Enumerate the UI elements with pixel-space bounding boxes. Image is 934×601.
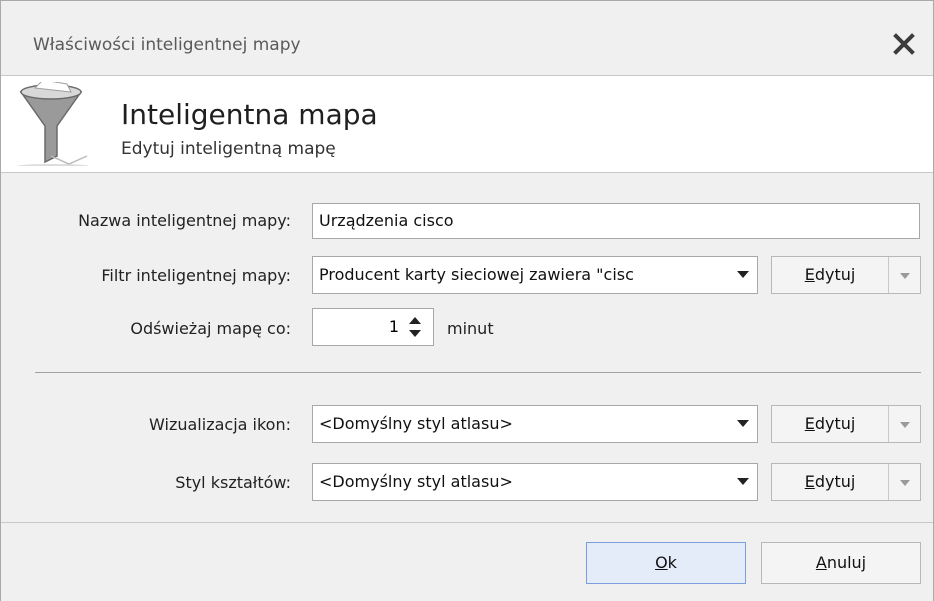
dialog-header: Inteligentna mapa Edytuj inteligentną ma… bbox=[1, 76, 933, 173]
chevron-down-icon bbox=[737, 271, 749, 278]
section-divider bbox=[35, 372, 921, 373]
chevron-down-icon bbox=[900, 422, 910, 428]
filter-select-value: Producent karty sieciowej zawiera "cisc bbox=[319, 265, 634, 284]
header-subtitle: Edytuj inteligentną mapę bbox=[121, 139, 336, 159]
shapes-style-value: <Domyślny styl atlasu> bbox=[319, 472, 513, 491]
map-name-input[interactable]: Urządzenia cisco bbox=[312, 203, 920, 239]
shapes-style-select[interactable]: <Domyślny styl atlasu> bbox=[312, 463, 758, 501]
icons-edit-dropdown[interactable] bbox=[888, 406, 920, 442]
shapes-label: Styl kształtów: bbox=[175, 473, 291, 492]
icons-label: Wizualizacja ikon: bbox=[149, 415, 291, 434]
icons-style-value: <Domyślny styl atlasu> bbox=[319, 414, 513, 433]
refresh-label: Odświeżaj mapę co: bbox=[130, 319, 291, 338]
chevron-down-icon bbox=[900, 273, 910, 279]
filter-label: Filtr inteligentnej mapy: bbox=[101, 266, 291, 285]
refresh-interval-value: 1 bbox=[388, 317, 399, 336]
icons-edit-split-button[interactable]: Edytuj bbox=[771, 405, 921, 443]
icons-edit-button[interactable]: Edytuj bbox=[772, 406, 889, 442]
filter-edit-dropdown[interactable] bbox=[888, 257, 920, 293]
cancel-button[interactable]: Anuluj bbox=[761, 542, 921, 584]
shapes-edit-split-button[interactable]: Edytuj bbox=[771, 463, 921, 501]
close-icon[interactable] bbox=[891, 31, 917, 57]
filter-edit-button[interactable]: Edytuj bbox=[772, 257, 889, 293]
dialog-footer: Ok Anuluj bbox=[1, 522, 933, 601]
chevron-down-icon bbox=[737, 478, 749, 485]
ok-button[interactable]: Ok bbox=[586, 542, 746, 584]
title-bar: Właściwości inteligentnej mapy bbox=[1, 1, 933, 76]
header-title: Inteligentna mapa bbox=[121, 98, 378, 131]
filter-select[interactable]: Producent karty sieciowej zawiera "cisc bbox=[312, 256, 758, 294]
spin-down-icon[interactable] bbox=[409, 330, 421, 337]
shapes-edit-dropdown[interactable] bbox=[888, 464, 920, 500]
funnel-icon bbox=[17, 82, 89, 166]
chevron-down-icon bbox=[900, 480, 910, 486]
filter-edit-split-button[interactable]: Edytuj bbox=[771, 256, 921, 294]
chevron-down-icon bbox=[737, 420, 749, 427]
icons-style-select[interactable]: <Domyślny styl atlasu> bbox=[312, 405, 758, 443]
name-label: Nazwa inteligentnej mapy: bbox=[78, 211, 291, 230]
dialog-window: Właściwości inteligentnej mapy Inteligen… bbox=[0, 0, 934, 601]
window-title: Właściwości inteligentnej mapy bbox=[33, 35, 301, 55]
spin-up-icon[interactable] bbox=[409, 317, 421, 324]
refresh-interval-stepper[interactable]: 1 bbox=[312, 308, 434, 346]
refresh-unit-label: minut bbox=[447, 319, 494, 338]
shapes-edit-button[interactable]: Edytuj bbox=[772, 464, 889, 500]
